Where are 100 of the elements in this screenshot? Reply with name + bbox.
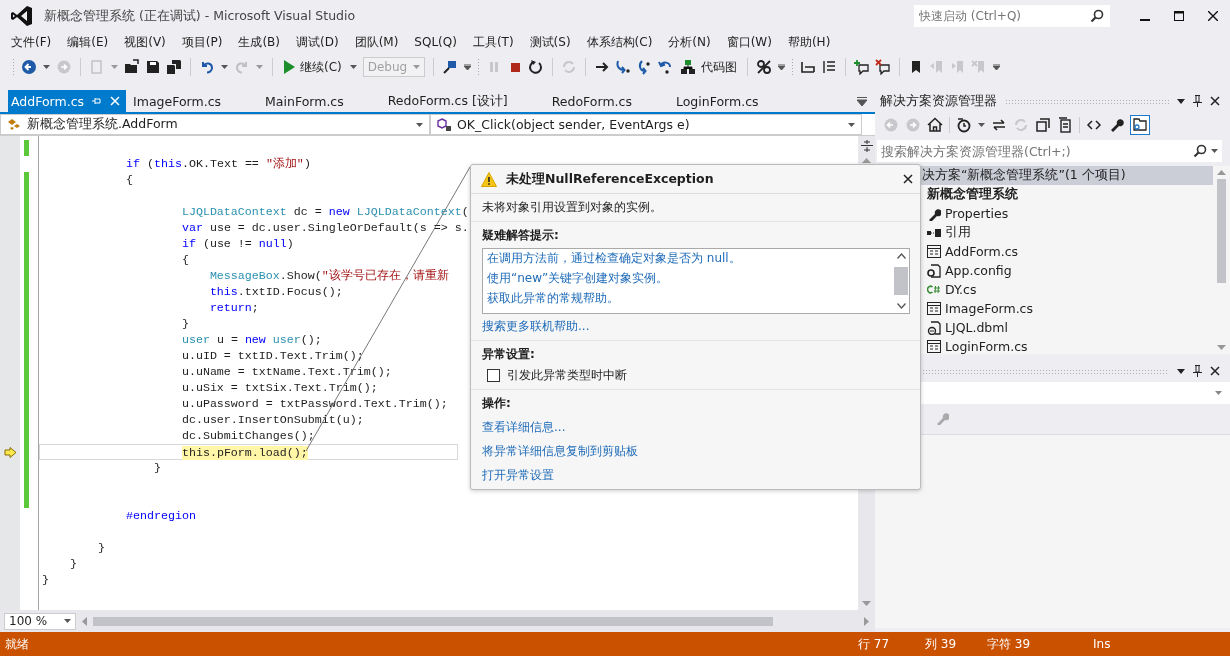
- type-dropdown[interactable]: 新概念管理系统.AddForm: [0, 114, 430, 135]
- menu-item[interactable]: 团队(M): [354, 33, 399, 51]
- caret-icon[interactable]: [463, 64, 471, 70]
- tree-item[interactable]: Properties: [875, 204, 1213, 223]
- config-file-icon: [927, 263, 941, 278]
- comment-lines-icon[interactable]: [820, 59, 837, 75]
- csharp-file-icon: [927, 285, 941, 294]
- change-marker: [24, 140, 29, 156]
- dropdown-icon[interactable]: [1177, 368, 1185, 374]
- action-link[interactable]: 打开异常设置: [482, 467, 910, 484]
- scrollbar-thumb[interactable]: [894, 267, 908, 295]
- indent-icon[interactable]: [799, 59, 816, 75]
- section-heading: 操作:: [482, 395, 512, 412]
- close-icon[interactable]: [1210, 96, 1220, 106]
- add-comment-icon[interactable]: [853, 59, 870, 75]
- file-tab[interactable]: MainForm.cs: [263, 90, 386, 112]
- history-icon[interactable]: [956, 117, 972, 133]
- menu-item[interactable]: 视图(V): [124, 33, 166, 51]
- action-link[interactable]: 查看详细信息...: [482, 419, 910, 436]
- collapse-all-icon[interactable]: [1035, 117, 1051, 133]
- warning-icon: [481, 171, 497, 187]
- code-line: #endregion: [124, 508, 196, 524]
- tree-item[interactable]: 引用: [875, 223, 1213, 242]
- menu-item[interactable]: SQL(Q): [414, 35, 457, 49]
- caret-icon[interactable]: [777, 64, 785, 70]
- pin-icon[interactable]: [1193, 95, 1202, 107]
- action-link[interactable]: 将异常详细信息复制到剪贴板: [482, 443, 910, 460]
- current-line-arrow-icon: [3, 446, 17, 458]
- close-icon[interactable]: [903, 174, 913, 184]
- restart-icon[interactable]: [527, 59, 544, 75]
- menu-item[interactable]: 工具(T): [472, 33, 514, 51]
- menu-item[interactable]: 体系结构(C): [586, 33, 653, 51]
- checkbox-label: 引发此异常类型时中断: [507, 367, 627, 384]
- back-icon[interactable]: [21, 59, 37, 75]
- visual-studio-logo-icon: [10, 4, 34, 28]
- home-icon[interactable]: [927, 117, 943, 133]
- menu-item[interactable]: 项目(P): [181, 33, 223, 51]
- scroll-down-icon[interactable]: [896, 303, 906, 309]
- file-tab[interactable]: ImageForm.cs: [131, 90, 264, 112]
- menu-item[interactable]: 分析(N): [668, 33, 711, 51]
- close-icon[interactable]: [1210, 366, 1220, 376]
- save-all-icon[interactable]: [166, 59, 182, 75]
- maximize-icon: [1174, 11, 1184, 21]
- caret-icon[interactable]: [992, 64, 1000, 70]
- member-dropdown[interactable]: OK_Click(object sender, EventArgs e): [430, 114, 862, 135]
- checkbox[interactable]: [487, 369, 500, 382]
- undo-icon[interactable]: [199, 59, 215, 75]
- pin-icon[interactable]: [1193, 365, 1202, 377]
- tab-list-icon[interactable]: [857, 96, 867, 106]
- save-icon[interactable]: [145, 59, 161, 75]
- continue-button[interactable]: 继续(C): [281, 58, 344, 76]
- search-field[interactable]: 搜索解决方案资源管理器(Ctrl+;): [877, 140, 1222, 162]
- scroll-up-icon[interactable]: [896, 253, 906, 259]
- menu-item[interactable]: 窗口(W): [726, 33, 772, 51]
- step-into-icon[interactable]: [614, 59, 631, 75]
- quick-launch-field[interactable]: 快速启动 (Ctrl+Q): [914, 5, 1110, 27]
- search-icon[interactable]: [1090, 9, 1104, 23]
- code-line: {: [180, 252, 189, 268]
- caret-icon[interactable]: [1211, 149, 1218, 153]
- toolbar-grip[interactable]: [12, 58, 16, 76]
- dropdown-icon[interactable]: [1177, 98, 1185, 104]
- step-out-icon[interactable]: [656, 59, 673, 75]
- menu-item[interactable]: 测试(S): [529, 33, 571, 51]
- delete-comment-icon[interactable]: [874, 59, 891, 75]
- references-icon: [927, 227, 941, 238]
- show-all-files-icon[interactable]: [1057, 117, 1073, 133]
- attach-icon[interactable]: [441, 59, 458, 75]
- caret-icon[interactable]: [349, 65, 357, 69]
- code-line: }: [42, 572, 49, 588]
- code-line: {: [124, 172, 133, 188]
- zoom-dropdown[interactable]: 100 %: [4, 612, 76, 630]
- caret-icon[interactable]: [978, 123, 985, 127]
- status-message: 就绪: [5, 635, 30, 653]
- file-tab[interactable]: LoginForm.cs: [673, 90, 801, 112]
- menu-item[interactable]: 生成(B): [238, 33, 280, 51]
- code-line: dc.SubmitChanges();: [180, 428, 315, 444]
- menu-item[interactable]: 调试(D): [296, 33, 339, 51]
- code-line: dc.user.InsertOnSubmit(u);: [180, 412, 364, 428]
- folder-icon[interactable]: [124, 59, 140, 75]
- caret-icon[interactable]: [221, 65, 228, 69]
- scrollbar-thumb[interactable]: [1217, 179, 1226, 283]
- file-tab[interactable]: RedoForm.cs: [549, 90, 674, 112]
- tree-item[interactable]: LoginForm.cs: [875, 337, 1213, 356]
- menu-item[interactable]: 编辑(E): [67, 33, 109, 51]
- sync-icon[interactable]: [991, 117, 1007, 133]
- split-icon[interactable]: [860, 140, 873, 152]
- form-icon: [927, 340, 941, 353]
- file-tab[interactable]: RedoForm.cs [设计]: [385, 90, 550, 112]
- link-icon[interactable]: [755, 59, 772, 75]
- search-icon[interactable]: [1193, 144, 1207, 158]
- code-line: }: [68, 556, 77, 572]
- caret-icon: [64, 619, 71, 623]
- menu-item[interactable]: 帮助(H): [787, 33, 831, 51]
- code-map-button[interactable]: 代码图: [677, 58, 739, 76]
- scrollbar-thumb[interactable]: [93, 616, 773, 626]
- caret-icon[interactable]: [43, 65, 50, 69]
- menu-item[interactable]: 文件(F): [11, 33, 52, 51]
- caret-icon: [416, 122, 423, 127]
- wrench-icon: [927, 206, 941, 221]
- preview-icon[interactable]: [1130, 115, 1150, 135]
